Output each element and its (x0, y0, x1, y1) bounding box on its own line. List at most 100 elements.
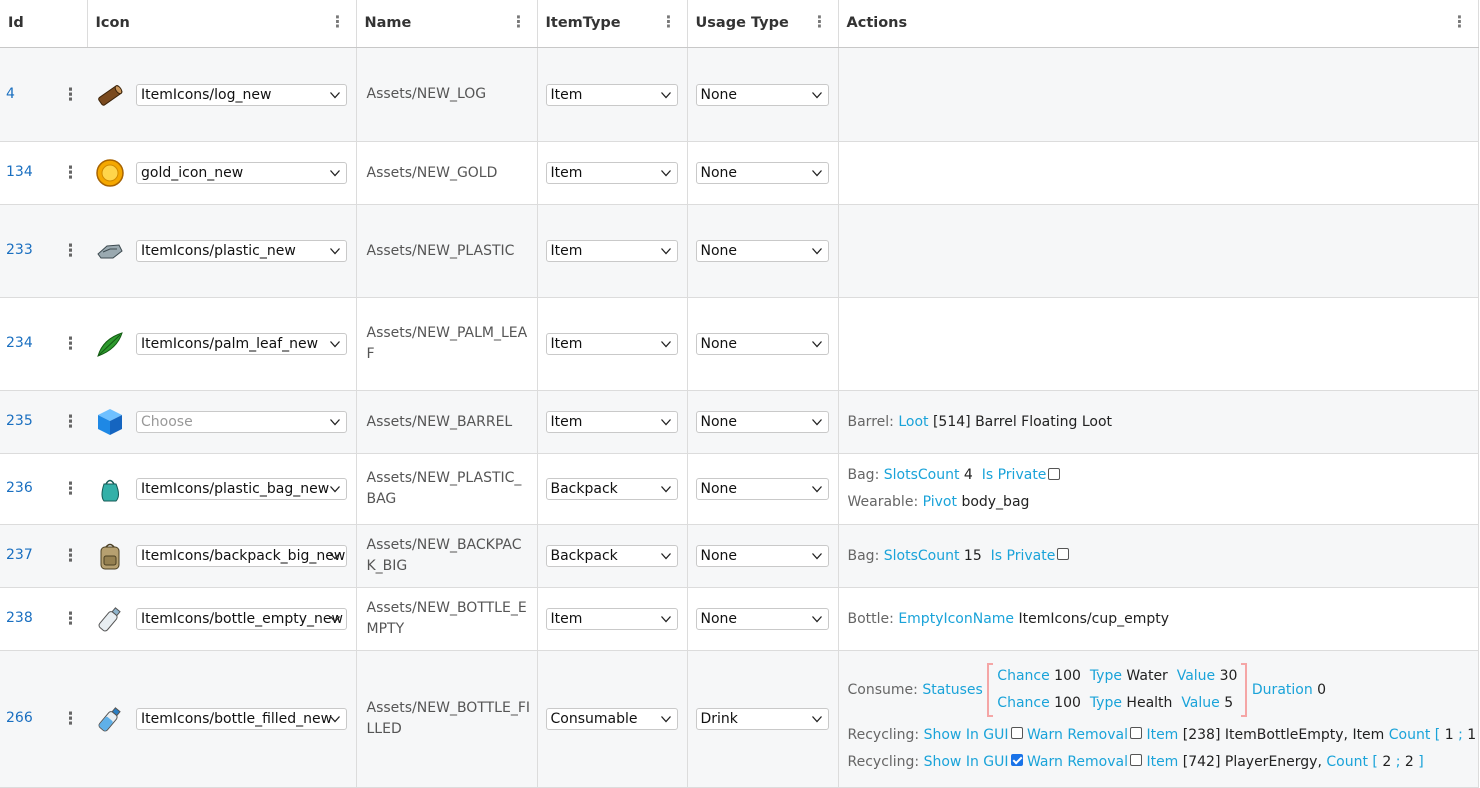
row-menu-icon[interactable]: ⋮ (62, 711, 79, 728)
row-menu-icon[interactable]: ⋮ (62, 481, 79, 498)
column-header-icon[interactable]: Icon ⋮ (87, 0, 357, 48)
action-key[interactable]: SlotsCount (884, 548, 960, 564)
item-key[interactable]: Item (1146, 754, 1178, 770)
column-header-name[interactable]: Name ⋮ (356, 0, 538, 48)
value-key[interactable]: Value (1181, 695, 1219, 711)
column-header-usage-type[interactable]: Usage Type ⋮ (687, 0, 839, 48)
statuses-key[interactable]: Statuses (922, 682, 983, 698)
show-in-gui-checkbox[interactable] (1010, 754, 1023, 766)
id-link[interactable]: 235 (6, 413, 33, 429)
id-link[interactable]: 266 (6, 710, 33, 726)
itemtype-select[interactable]: Backpack (545, 478, 678, 500)
itemtype-select[interactable]: Item (545, 83, 678, 106)
icon-select[interactable]: ItemIcons/bottle_filled_new (136, 708, 347, 730)
action-key[interactable]: Loot (898, 414, 928, 430)
usage-type-select[interactable]: None (695, 162, 829, 184)
usage-type-select[interactable]: None (695, 411, 829, 433)
itemtype-select[interactable]: Item (545, 608, 678, 630)
id-link[interactable]: 238 (6, 610, 33, 626)
icon-cell: ItemIcons/plastic_bag_new (87, 453, 357, 525)
warn-removal-key[interactable]: Warn Removal (1027, 727, 1128, 743)
usage-type-select-value: None (700, 243, 738, 259)
type-key[interactable]: Type (1090, 668, 1122, 684)
gold-coin-icon (95, 158, 125, 188)
icon-select[interactable]: ItemIcons/plastic_new (136, 240, 347, 262)
itemtype-select[interactable]: Item (545, 333, 678, 355)
warn-removal-key[interactable]: Warn Removal (1027, 754, 1128, 770)
usage-type-select[interactable]: Drink (695, 708, 829, 730)
row-menu-icon[interactable]: ⋮ (62, 548, 79, 565)
itemtype-select[interactable]: Backpack (545, 545, 678, 567)
row-menu-icon[interactable]: ⋮ (62, 414, 79, 431)
usage-type-select[interactable]: None (695, 240, 829, 262)
action-key[interactable]: Pivot (923, 494, 957, 510)
chance-key[interactable]: Chance (997, 668, 1049, 684)
row-menu-icon[interactable]: ⋮ (62, 611, 79, 628)
id-link[interactable]: 234 (6, 335, 33, 351)
count-key[interactable]: Count [ (1389, 727, 1441, 743)
id-link[interactable]: 4 (6, 86, 15, 102)
is-private-key[interactable]: Is Private (982, 467, 1047, 483)
id-link[interactable]: 236 (6, 480, 33, 496)
row-menu-icon[interactable]: ⋮ (62, 243, 79, 260)
column-header-itemtype[interactable]: ItemType ⋮ (537, 0, 688, 48)
log-icon (95, 80, 125, 110)
show-in-gui-checkbox[interactable] (1010, 727, 1023, 739)
column-menu-icon[interactable]: ⋮ (330, 14, 346, 30)
column-header-actions[interactable]: Actions ⋮ (838, 0, 1479, 48)
status-entry: Chance 100 Type Health Value 5 (997, 690, 1237, 717)
duration-key[interactable]: Duration (1252, 682, 1313, 698)
table-row: 238 ⋮ ItemIcons/bottle_empty_new Assets/NEW… (0, 587, 1479, 651)
usage-type-select[interactable]: None (695, 478, 829, 500)
value-key[interactable]: Value (1177, 668, 1215, 684)
icon-select[interactable]: ItemIcons/backpack_big_new (136, 545, 347, 567)
icon-select[interactable]: Choose (136, 411, 347, 433)
usage-type-select[interactable]: None (695, 545, 829, 567)
action-value: 4 (963, 467, 973, 483)
usage-type-select[interactable]: None (695, 83, 829, 106)
id-cell: 238 ⋮ (0, 587, 87, 651)
count-key[interactable]: Count [ (1326, 754, 1378, 770)
chance-key[interactable]: Chance (997, 695, 1049, 711)
is-private-checkbox[interactable] (1057, 548, 1070, 560)
id-link[interactable]: 233 (6, 242, 33, 258)
column-header-id[interactable]: Id (0, 0, 88, 48)
row-menu-icon[interactable]: ⋮ (62, 336, 79, 353)
row-menu-icon[interactable]: ⋮ (62, 165, 79, 182)
row-menu-icon[interactable]: ⋮ (62, 87, 79, 104)
show-in-gui-key[interactable]: Show In GUI (924, 727, 1009, 743)
itemtype-select[interactable]: Consumable (545, 708, 678, 730)
icon-select[interactable]: ItemIcons/bottle_empty_new (136, 608, 347, 630)
warn-removal-checkbox[interactable] (1130, 754, 1142, 766)
id-link[interactable]: 134 (6, 164, 33, 180)
usage-type-select[interactable]: None (695, 608, 829, 630)
itemtype-select[interactable]: Item (545, 162, 678, 184)
itemtype-cell: Consumable (537, 650, 688, 788)
asset-name: Assets/NEW_BACKPACK_BIG (366, 537, 522, 574)
column-menu-icon[interactable]: ⋮ (661, 14, 677, 30)
itemtype-select[interactable]: Item (545, 240, 678, 262)
action-key[interactable]: SlotsCount (884, 467, 960, 483)
column-menu-icon[interactable]: ⋮ (511, 14, 527, 30)
icon-select[interactable]: ItemIcons/palm_leaf_new (136, 333, 347, 355)
icon-select[interactable]: ItemIcons/plastic_bag_new (136, 478, 347, 500)
column-label: Usage Type (695, 15, 789, 31)
is-private-key[interactable]: Is Private (991, 548, 1056, 564)
icon-select[interactable]: gold_icon_new (136, 162, 347, 184)
column-menu-icon[interactable]: ⋮ (1452, 14, 1468, 30)
action-key[interactable]: EmptyIconName (898, 611, 1014, 627)
chevron-down-icon (811, 616, 822, 623)
type-key[interactable]: Type (1090, 695, 1122, 711)
is-private-checkbox[interactable] (1048, 467, 1061, 480)
chevron-down-icon (811, 486, 822, 493)
usage-type-select[interactable]: None (695, 333, 829, 355)
id-link[interactable]: 237 (6, 547, 33, 563)
table-row: 266 ⋮ ItemIcons/bottle_filled_new Assets/NE… (0, 650, 1479, 788)
name-cell: Assets/NEW_PLASTIC_BAG (356, 453, 538, 525)
warn-removal-checkbox[interactable] (1130, 727, 1142, 739)
show-in-gui-key[interactable]: Show In GUI (924, 754, 1009, 770)
column-menu-icon[interactable]: ⋮ (812, 14, 828, 30)
icon-select[interactable]: ItemIcons/log_new (136, 84, 347, 106)
itemtype-select[interactable]: Item (545, 411, 678, 433)
item-key[interactable]: Item (1146, 727, 1178, 743)
